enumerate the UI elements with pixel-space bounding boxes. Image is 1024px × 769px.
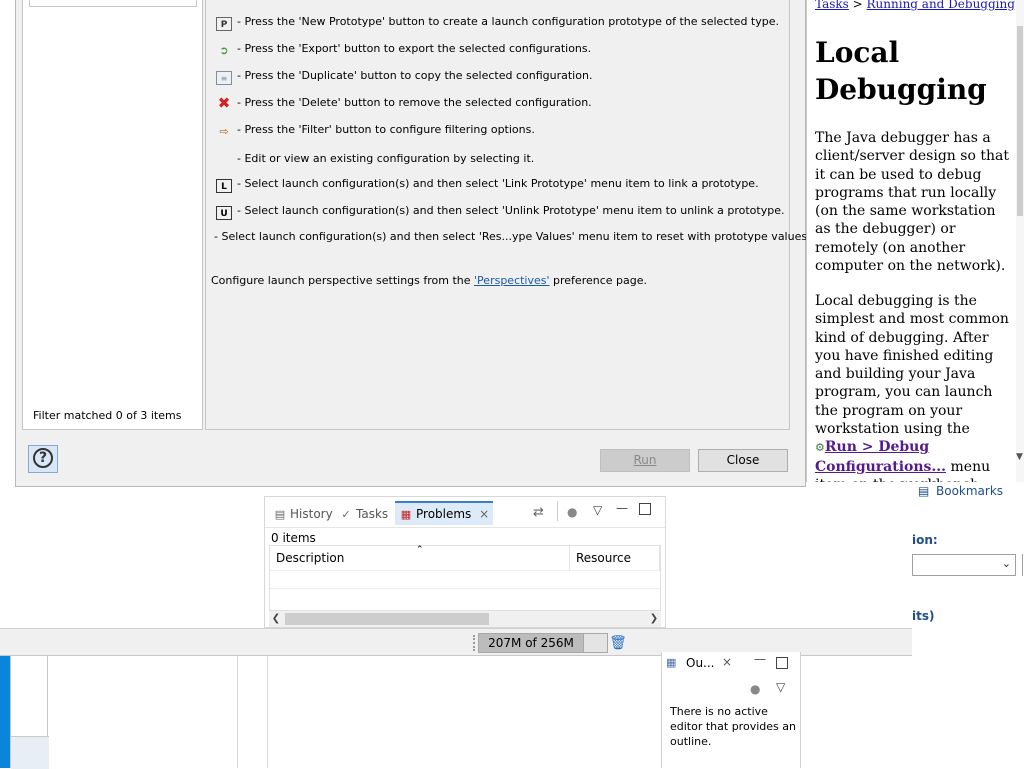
- breadcrumb-tasks[interactable]: Tasks: [815, 0, 849, 11]
- tab-tasks[interactable]: ✓ Tasks: [339, 503, 388, 525]
- help-button[interactable]: ?: [28, 445, 58, 473]
- tab-history[interactable]: ▤ History: [273, 503, 333, 525]
- filter-input[interactable]: [29, 0, 197, 7]
- history-icon: ▤: [274, 508, 286, 521]
- sort-up-icon: ⌃: [416, 545, 424, 555]
- focus-icon[interactable]: ⇄: [533, 505, 544, 520]
- scroll-left-icon[interactable]: ❮: [269, 611, 283, 627]
- trash-icon[interactable]: 🗑: [609, 633, 627, 653]
- filter-icon[interactable]: ●: [750, 682, 760, 696]
- perspectives-link[interactable]: 'Perspectives': [474, 274, 550, 287]
- instruction-line: - Select launch configuration(s) and the…: [214, 230, 811, 243]
- filter-status: Filter matched 0 of 3 items: [33, 409, 182, 422]
- minimize-icon[interactable]: —: [754, 652, 766, 666]
- launch-configurations-dialog: Filter matched 0 of 3 items P- Press the…: [15, 0, 811, 487]
- breadcrumb: Tasks > Running and Debugging: [815, 0, 1015, 11]
- editor-divider: [267, 656, 268, 768]
- bookmarks-icon: ▤: [918, 484, 930, 498]
- outline-tab[interactable]: Ou...: [686, 656, 715, 670]
- perspective-settings-line: Configure launch perspective settings fr…: [211, 274, 648, 287]
- outline-icon: ▦: [666, 656, 677, 669]
- problems-icon: ▦: [400, 508, 412, 521]
- heap-status-free[interactable]: [584, 633, 608, 653]
- horizontal-scrollbar[interactable]: ❮ ❯: [269, 611, 661, 627]
- run-button[interactable]: Run: [600, 449, 690, 472]
- help-paragraph: Local debugging is the simplest and most…: [815, 293, 1009, 482]
- filter-icon: ⇨: [219, 125, 229, 138]
- item-count: 0 items: [271, 531, 316, 545]
- problems-view: ▤ History ✓ Tasks ▦ Problems × ⇄ ● ▽ — 0 it…: [264, 496, 666, 628]
- help-paragraph: The Java debugger has a client/server de…: [815, 130, 1009, 275]
- export-icon: ➲: [219, 44, 229, 57]
- view-menu-icon[interactable]: ▽: [593, 503, 602, 517]
- blank-icon: [216, 150, 232, 164]
- instruction-line: ≡ - Press the 'Duplicate' button to copy …: [216, 69, 592, 85]
- debug-configurations-link[interactable]: Run > Debug Configurations...: [815, 439, 946, 474]
- problems-table: Description ⌃ Resource: [269, 545, 661, 611]
- link-prototype-icon: L: [216, 179, 232, 193]
- separator: [557, 501, 558, 521]
- view-tab-bar: ▤ History ✓ Tasks ▦ Problems × ⇄ ● ▽ —: [265, 497, 665, 528]
- delete-icon: ✖: [217, 94, 231, 112]
- instruction-line: - Edit or view an existing configuration…: [216, 150, 534, 165]
- table-row[interactable]: [270, 570, 660, 589]
- help-panel: Tasks > Running and Debugging Local Debu…: [806, 0, 1024, 482]
- instructions-pane: P- Press the 'New Prototype' button to c…: [205, 0, 811, 430]
- bookmarks-tab[interactable]: Bookmarks: [936, 484, 1003, 498]
- tasks-icon: ✓: [341, 508, 351, 521]
- scroll-thumb[interactable]: [1017, 26, 1023, 216]
- maximize-icon[interactable]: [776, 657, 788, 669]
- scroll-thumb[interactable]: [285, 613, 489, 625]
- section-label: ion:: [912, 533, 938, 547]
- instruction-line: ➲ - Press the 'Export' button to export t…: [216, 42, 591, 58]
- instruction-line: U- Select launch configuration(s) and th…: [216, 204, 784, 220]
- workbench-left-strip: [0, 656, 10, 768]
- scroll-right-icon[interactable]: ❯: [647, 611, 661, 627]
- duplicate-icon: ≡: [216, 71, 232, 85]
- new-prototype-icon: P: [216, 17, 232, 31]
- section-label: its): [912, 609, 935, 623]
- outline-view: ▦ Ou... × — ● ▽ There is no active edito…: [661, 652, 801, 768]
- instruction-line: L- Select launch configuration(s) and th…: [216, 177, 759, 193]
- help-icon: ?: [33, 448, 53, 468]
- minimize-icon[interactable]: —: [616, 501, 628, 515]
- page-title: Local Debugging: [815, 36, 987, 106]
- close-icon[interactable]: ×: [722, 655, 732, 669]
- configuration-tree-pane: Filter matched 0 of 3 items: [22, 0, 203, 430]
- instruction-line: P- Press the 'New Prototype' button to c…: [216, 15, 779, 31]
- filter-icon[interactable]: ●: [567, 505, 577, 519]
- tab-problems[interactable]: ▦ Problems ×: [395, 501, 494, 525]
- breadcrumb-running-debugging[interactable]: Running and Debugging: [867, 0, 1015, 11]
- close-button[interactable]: Close: [698, 449, 788, 472]
- column-description[interactable]: Description ⌃: [270, 545, 570, 570]
- view-menu-icon[interactable]: ▽: [776, 680, 785, 694]
- help-vertical-scrollbar[interactable]: ▼: [1016, 0, 1024, 482]
- close-icon[interactable]: ×: [479, 507, 489, 521]
- combo-box[interactable]: ⌄: [912, 554, 1016, 576]
- workbench-left-panel: [10, 656, 49, 769]
- instruction-line: ✖ - Press the 'Delete' button to remove t…: [217, 94, 592, 112]
- scroll-down-icon[interactable]: ▼: [1016, 452, 1023, 462]
- outline-message: There is no active editor that provides …: [670, 705, 796, 748]
- unlink-prototype-icon: U: [216, 206, 232, 220]
- column-resource[interactable]: Resource: [570, 546, 660, 570]
- debug-icon: ⚙: [815, 441, 825, 455]
- editor-divider: [237, 656, 238, 768]
- maximize-icon[interactable]: [639, 503, 651, 515]
- table-row[interactable]: [270, 588, 660, 607]
- instruction-line: ⇨ - Press the 'Filter' button to configur…: [216, 123, 534, 139]
- heap-status[interactable]: 207M of 256M: [478, 633, 584, 653]
- chevron-down-icon: ⌄: [1001, 557, 1011, 570]
